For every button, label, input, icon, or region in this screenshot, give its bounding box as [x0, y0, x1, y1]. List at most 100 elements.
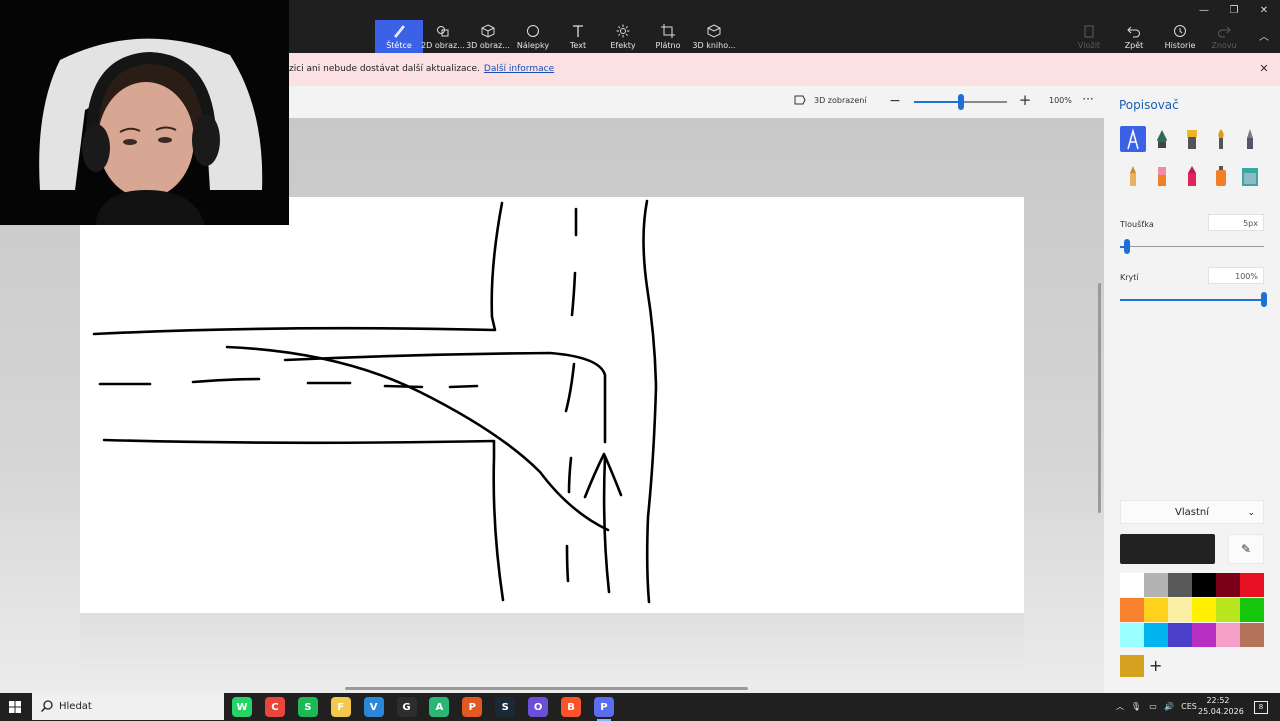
restore-button[interactable]: ❐	[1224, 3, 1244, 19]
color-swatch[interactable]	[1144, 598, 1168, 622]
notice-close-icon[interactable]: ✕	[1257, 62, 1271, 76]
color-swatch[interactable]	[1120, 598, 1144, 622]
close-button[interactable]: ✕	[1254, 3, 1274, 19]
brush-watercolor[interactable]	[1208, 126, 1234, 152]
brush-pixel-pen[interactable]	[1237, 126, 1263, 152]
history-button[interactable]: Historie	[1156, 20, 1204, 53]
color-dropdown[interactable]: Vlastní ⌄	[1120, 500, 1264, 524]
color-palette	[1120, 573, 1264, 647]
color-swatch[interactable]	[1216, 623, 1240, 647]
brush-eraser[interactable]	[1149, 163, 1175, 189]
color-swatch[interactable]	[1168, 598, 1192, 622]
vertical-scrollbar[interactable]	[1098, 283, 1101, 513]
brush-panel: Popisovač Tloušťka 5px Krytí 100% Vlastn…	[1104, 86, 1280, 693]
paste-button[interactable]: Vložit	[1065, 20, 1113, 53]
opacity-label: Krytí	[1120, 273, 1139, 282]
thickness-slider[interactable]	[1120, 246, 1264, 247]
drawing-canvas[interactable]	[80, 197, 1024, 613]
minimize-button[interactable]: —	[1194, 3, 1214, 19]
view-3d-label: 3D zobrazení	[814, 95, 867, 105]
thickness-input[interactable]: 5px	[1208, 214, 1264, 231]
notification-center-icon[interactable]: 8	[1252, 693, 1270, 720]
center-dash	[448, 384, 479, 389]
tool-3d-library[interactable]: 3D kniho...	[690, 20, 738, 53]
taskbar-app-whatsapp[interactable]: W	[232, 697, 252, 717]
color-swatch[interactable]	[1216, 573, 1240, 597]
taskbar-app-chrome[interactable]: C	[264, 697, 285, 717]
tray-overflow-icon[interactable]: ︿	[1114, 693, 1126, 720]
brush-marker[interactable]	[1120, 126, 1146, 152]
taskbar-app-file-explorer[interactable]: F	[330, 697, 351, 717]
color-swatch[interactable]	[1168, 623, 1192, 647]
tool-2d-shapes[interactable]: 2D obraz...	[419, 20, 467, 53]
custom-color-swatch[interactable]	[1120, 655, 1144, 677]
view-3d-toggle[interactable]: 3D zobrazení	[794, 95, 867, 105]
windows-start-icon[interactable]	[4, 697, 26, 717]
brush-icon	[375, 23, 423, 41]
brush-crayon[interactable]	[1179, 163, 1205, 189]
taskbar-app-brave[interactable]: B	[561, 697, 581, 717]
color-swatch[interactable]	[1192, 573, 1216, 597]
zoom-slider-thumb[interactable]	[957, 94, 964, 110]
thickness-slider-thumb[interactable]	[1124, 239, 1131, 254]
tool-3d-shapes[interactable]: 3D obraz...	[464, 20, 512, 53]
tool-brushes[interactable]: Štětce	[375, 20, 423, 53]
language-indicator[interactable]: CES	[1180, 693, 1198, 720]
tool-label: Plátno	[655, 41, 681, 50]
brush-calligraphy-pen[interactable]	[1149, 126, 1175, 152]
redo-button[interactable]: Znovu	[1200, 20, 1248, 53]
current-color-swatch[interactable]	[1120, 534, 1215, 564]
tool-effects[interactable]: Efekty	[599, 20, 647, 53]
volume-icon[interactable]: 🔊	[1162, 693, 1176, 720]
more-info-link[interactable]: Další informace	[484, 64, 554, 74]
taskbar-app-github[interactable]: G	[396, 697, 417, 717]
brush-spray-can[interactable]	[1208, 163, 1234, 189]
taskbar-app-obs[interactable]: O	[528, 697, 549, 717]
taskbar-app-visual-studio[interactable]: V	[363, 697, 384, 717]
tool-canvas[interactable]: Plátno	[644, 20, 692, 53]
color-swatch[interactable]	[1240, 598, 1264, 622]
opacity-input[interactable]: 100%	[1208, 267, 1264, 284]
tool-label: 2D obraz...	[421, 41, 465, 50]
color-swatch[interactable]	[1168, 573, 1192, 597]
center-dash	[191, 377, 261, 384]
horizontal-scrollbar[interactable]	[345, 687, 748, 690]
marker-icon	[1127, 128, 1139, 150]
search-icon	[40, 700, 53, 713]
brush-oil[interactable]	[1179, 126, 1205, 152]
more-options-icon[interactable]: ···	[1080, 92, 1096, 106]
color-swatch[interactable]	[1216, 598, 1240, 622]
zoom-out-button[interactable]: −	[888, 93, 902, 109]
taskbar-app-app-colored[interactable]: P	[462, 697, 483, 717]
center-dash	[565, 544, 570, 583]
taskbar-search[interactable]: Hledat	[32, 693, 224, 720]
taskbar-app-paint-3d[interactable]: P	[593, 697, 614, 721]
taskbar-app-app-green[interactable]: A	[429, 697, 450, 717]
undo-icon	[1110, 23, 1158, 41]
add-color-button[interactable]: +	[1149, 655, 1163, 677]
tool-text[interactable]: Text	[554, 20, 602, 53]
collapse-ribbon-button[interactable]: ︿	[1254, 30, 1274, 46]
color-swatch[interactable]	[1144, 623, 1168, 647]
taskbar-app-steam[interactable]: S	[495, 697, 516, 717]
color-swatch[interactable]	[1240, 623, 1264, 647]
color-swatch[interactable]	[1192, 623, 1216, 647]
taskbar-app-spotify[interactable]: S	[297, 697, 318, 717]
clock[interactable]: 22:52 25.04.2026	[1198, 695, 1244, 717]
brush-fill[interactable]	[1237, 163, 1263, 189]
color-swatch[interactable]	[1240, 573, 1264, 597]
brush-pencil[interactable]	[1120, 163, 1146, 189]
undo-button[interactable]: Zpět	[1110, 20, 1158, 53]
eraser-icon	[1158, 167, 1166, 186]
opacity-slider-thumb[interactable]	[1261, 292, 1267, 307]
color-swatch[interactable]	[1120, 623, 1144, 647]
eyedropper-icon[interactable]: ✎	[1228, 534, 1264, 564]
zoom-in-button[interactable]: +	[1018, 92, 1032, 108]
color-swatch[interactable]	[1144, 573, 1168, 597]
tool-label: Znovu	[1211, 41, 1237, 50]
network-icon[interactable]: ▭	[1146, 693, 1160, 720]
color-swatch[interactable]	[1192, 598, 1216, 622]
microphone-icon[interactable]: 🎙	[1130, 693, 1142, 720]
tool-stickers[interactable]: Nálepky	[509, 20, 557, 53]
color-swatch[interactable]	[1120, 573, 1144, 597]
